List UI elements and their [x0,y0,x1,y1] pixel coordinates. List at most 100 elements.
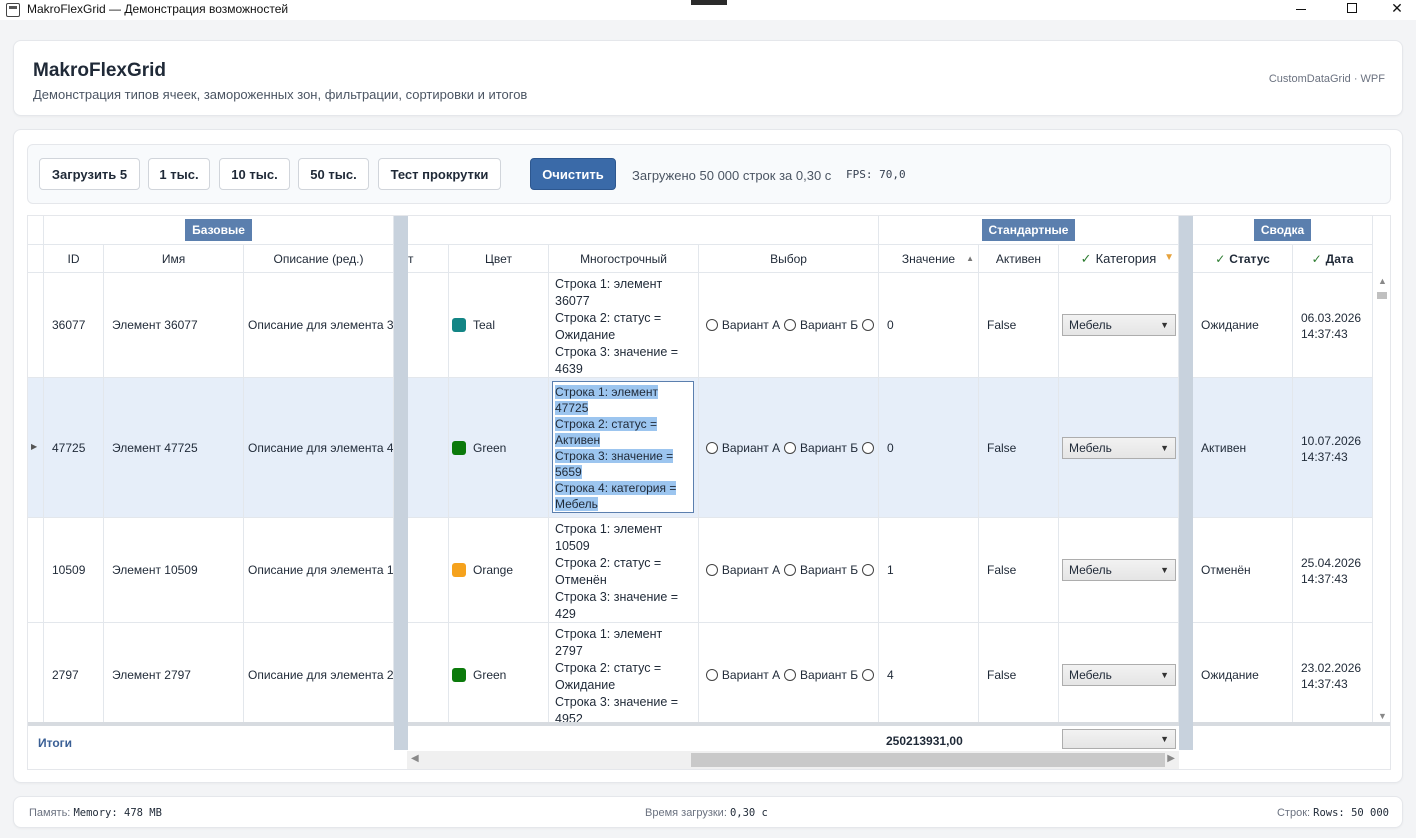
cell-name[interactable]: Элемент 36077 [104,273,244,378]
column-header-multiline[interactable]: Многострочный [549,245,699,273]
category-combobox[interactable]: Мебель ▼ [1062,559,1176,581]
cell-value[interactable]: 0 [879,273,979,378]
cell-color[interactable]: Green [449,623,549,728]
cell-id[interactable]: 2797 [44,623,104,728]
horizontal-scroll-thumb[interactable] [691,753,1165,767]
cell-id[interactable]: 36077 [44,273,104,378]
load-1k-button[interactable]: 1 тыс. [148,158,210,190]
data-grid[interactable]: Базовые Стандартные Сводка ID Имя Описан… [27,215,1391,770]
radio-option-a[interactable] [706,669,718,681]
cell-cut[interactable] [408,273,449,378]
scroll-down-icon[interactable]: ▼ [1378,711,1387,721]
maximize-button[interactable] [1329,0,1375,20]
category-combobox[interactable]: Мебель ▼ [1062,314,1176,336]
radio-option-b[interactable] [784,441,797,454]
cell-multiline[interactable]: Строка 1: элемент 47725 Строка 2: статус… [549,378,699,518]
radio-option-b[interactable] [784,319,797,331]
close-button[interactable]: ✕ [1374,0,1416,20]
column-header-choice[interactable]: Выбор [699,245,879,273]
column-header-color[interactable]: Цвет [449,245,549,273]
cell-color[interactable]: Teal [449,273,549,378]
multiline-selected-text: Строка 1: элемент 47725 [555,385,658,415]
cell-value[interactable]: 1 [879,518,979,623]
cell-date[interactable]: 06.03.2026 14:37:43 [1293,273,1373,378]
cell-description[interactable]: Описание для элемента 47 [244,378,394,518]
cell-id[interactable]: 10509 [44,518,104,623]
radio-option-a[interactable] [706,564,718,576]
totals-category-combobox[interactable]: ▼ [1062,729,1176,749]
minimize-button[interactable] [1278,0,1324,20]
cell-date[interactable]: 25.04.2026 14:37:43 [1293,518,1373,623]
cell-name[interactable]: Элемент 2797 [104,623,244,728]
group-header-summary: Сводка [1193,216,1373,245]
frozen-right-splitter[interactable] [1179,216,1193,750]
radio-option-c[interactable] [862,319,874,331]
cell-cut[interactable] [408,378,449,518]
cell-active[interactable]: False [979,273,1059,378]
column-header-id[interactable]: ID [44,245,104,273]
cell-status[interactable]: Отменён [1193,518,1293,623]
row-header[interactable] [28,518,44,623]
scroll-right-icon[interactable]: ▶ [1167,753,1175,764]
cell-active[interactable]: False [979,378,1059,518]
scroll-up-icon[interactable]: ▲ [1378,276,1387,286]
cell-description[interactable]: Описание для элемента 27 [244,623,394,728]
radio-option-a[interactable] [706,441,718,454]
radio-label-b: Вариант Б [800,563,859,577]
cell-active[interactable]: False [979,623,1059,728]
radio-option-c[interactable] [862,441,874,454]
column-header-category[interactable]: ✓ Категория ▼ [1059,245,1179,273]
cell-name[interactable]: Элемент 10509 [104,518,244,623]
column-header-date[interactable]: ✓ Дата [1293,245,1373,273]
load-10k-button[interactable]: 10 тыс. [219,158,290,190]
radio-option-c[interactable] [862,564,874,576]
cell-multiline[interactable]: Строка 1: элемент 10509 Строка 2: статус… [549,518,699,623]
clear-button[interactable]: Очистить [530,158,616,190]
frozen-left-splitter[interactable] [394,216,408,750]
column-header-value[interactable]: Значение ▲ [879,245,979,273]
category-combobox[interactable]: Мебель ▼ [1062,437,1176,459]
cell-color[interactable]: Green [449,378,549,518]
scroll-left-icon[interactable]: ◀ [411,753,419,764]
category-combobox[interactable]: Мебель ▼ [1062,664,1176,686]
horizontal-scrollbar[interactable]: ◀ ▶ [407,751,1179,769]
column-header-description[interactable]: Описание (ред.) [244,245,394,273]
cell-name[interactable]: Элемент 47725 [104,378,244,518]
cell-multiline[interactable]: Строка 1: элемент 36077 Строка 2: статус… [549,273,699,378]
column-header-cut[interactable]: т [408,245,449,273]
cell-id[interactable]: 47725 [44,378,104,518]
radio-option-b[interactable] [784,669,797,681]
cell-value[interactable]: 0 [879,378,979,518]
row-header[interactable] [28,623,44,723]
row-header[interactable]: ▶ [28,378,44,518]
multiline-editor[interactable]: Строка 1: элемент 47725 Строка 2: статус… [552,381,694,513]
cell-status[interactable]: Ожидание [1193,623,1293,728]
cell-description[interactable]: Описание для элемента 36 [244,273,394,378]
cell-active[interactable]: False [979,518,1059,623]
cell-multiline[interactable]: Строка 1: элемент 2797 Строка 2: статус … [549,623,699,723]
radio-option-a[interactable] [706,319,718,331]
column-header-name[interactable]: Имя [104,245,244,273]
load-5-button[interactable]: Загрузить 5 [39,158,140,190]
check-icon: ✓ [1215,251,1226,266]
filter-icon[interactable]: ▼ [1164,252,1174,263]
vertical-scrollbar[interactable]: ▲ ▼ [1373,273,1390,723]
radio-option-b[interactable] [784,564,797,576]
cell-date[interactable]: 10.07.2026 14:37:43 [1293,378,1373,518]
vertical-scroll-thumb[interactable] [1377,292,1387,299]
cell-status[interactable]: Ожидание [1193,273,1293,378]
column-header-status[interactable]: ✓ Статус [1193,245,1293,273]
load-50k-button[interactable]: 50 тыс. [298,158,369,190]
cell-date[interactable]: 23.02.2026 14:37:43 [1293,623,1373,723]
column-header-active[interactable]: Активен [979,245,1059,273]
radio-option-c[interactable] [862,669,874,681]
cell-description[interactable]: Описание для элемента 10 [244,518,394,623]
cell-color[interactable]: Orange [449,518,549,623]
cell-category: Мебель ▼ [1059,273,1179,378]
row-header[interactable] [28,273,44,378]
scroll-test-button[interactable]: Тест прокрутки [378,158,501,190]
cell-value[interactable]: 4 [879,623,979,728]
cell-cut[interactable] [408,518,449,623]
cell-cut[interactable] [408,623,449,723]
cell-status[interactable]: Активен [1193,378,1293,518]
